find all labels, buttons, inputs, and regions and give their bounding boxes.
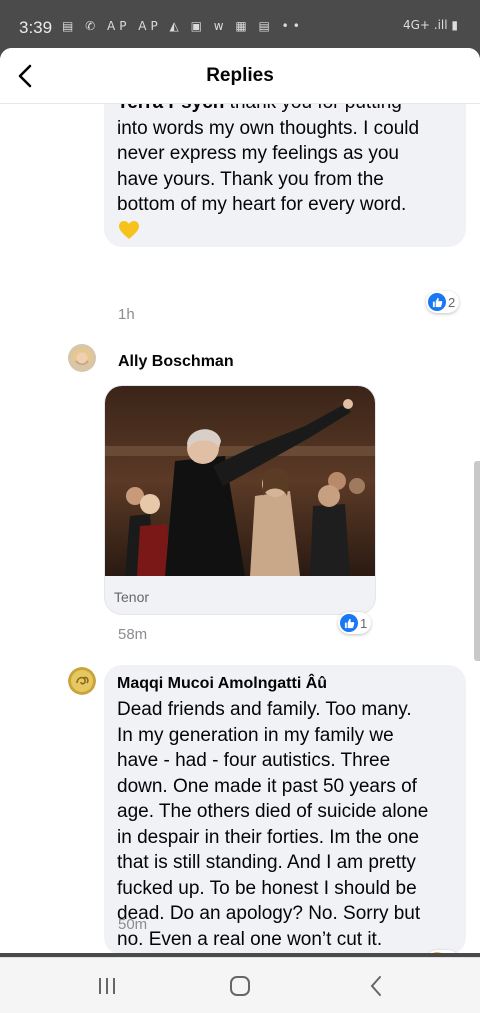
comment-text-line: have yours. Thank you from the xyxy=(117,168,384,190)
comment-text-line: in despair in their forties. Im the one xyxy=(117,826,420,848)
profile-photo xyxy=(68,344,96,372)
gif-attachment[interactable]: Tenor xyxy=(104,385,376,615)
gif-image xyxy=(105,386,375,576)
yellow-heart-icon xyxy=(119,221,139,240)
home-button[interactable] xyxy=(220,972,260,1000)
reaction-summary[interactable]: 1 xyxy=(338,612,372,634)
avatar[interactable] xyxy=(68,344,96,372)
system-navigation-bar xyxy=(0,957,480,1013)
comment-bubble[interactable]: Terra Psych thank you for putting into w… xyxy=(104,84,466,247)
gif-source-label[interactable]: Tenor xyxy=(114,589,149,605)
comment-text-line: that is still standing. And I am pretty xyxy=(117,852,416,873)
recent-apps-button[interactable] xyxy=(87,972,127,1000)
comment-text-line: In my generation in my family we xyxy=(117,724,394,746)
comment-text-line: have - had - four autistics. Three xyxy=(117,750,391,771)
reaction-count: 2 xyxy=(448,294,456,310)
comment-text-line: fucked up. To be honest I should be xyxy=(117,877,417,899)
reaction-count: 1 xyxy=(360,615,368,631)
like-icon xyxy=(428,293,446,311)
comment-text-line: into words my own thoughts. I could xyxy=(117,117,420,139)
page-title: Replies xyxy=(206,65,274,86)
comment-text-line: dead. Do an apology? No. Sorry but xyxy=(117,903,421,924)
replies-sheet: Replies Terra Psych thank you for puttin… xyxy=(0,48,480,953)
sad-face-icon xyxy=(432,952,442,953)
system-status-icons: 4G+ .ill ▮ xyxy=(402,18,458,32)
comment-text-line: bottom of my heart for every word. xyxy=(117,194,407,215)
comment-author[interactable]: Maqqi Mucoi Amolngatti Âû xyxy=(117,675,327,693)
reaction-summary[interactable]: 2 xyxy=(426,291,460,313)
system-back-button[interactable] xyxy=(356,972,396,1000)
comment-text-line: never express my feelings as you xyxy=(117,143,399,164)
scrollbar-thumb[interactable] xyxy=(474,461,480,661)
status-time: 3:39 xyxy=(19,18,53,37)
comment-timestamp[interactable]: 1h xyxy=(118,306,135,323)
profile-photo xyxy=(68,667,96,695)
comment-text-line: down. One made it past 50 years of xyxy=(117,775,417,797)
back-icon xyxy=(370,976,381,996)
home-icon xyxy=(230,976,250,996)
status-bar: 3:39 ▤ ✆ AP AP ◭ ▣ w ▦ ▤ •• 4G+ .ill ▮ xyxy=(0,0,480,50)
recent-apps-icon xyxy=(99,978,115,994)
like-icon xyxy=(340,614,358,632)
replies-list[interactable]: Terra Psych thank you for putting into w… xyxy=(0,84,480,953)
comment-text-line: age. The others died of suicide alone xyxy=(117,801,429,822)
comment-text-line: Dead friends and family. Too many. xyxy=(117,699,412,720)
comment-timestamp[interactable]: 50m xyxy=(118,916,147,933)
avatar[interactable] xyxy=(68,667,96,695)
comment-author[interactable]: Ally Boschman xyxy=(118,353,234,371)
notification-icons: ▤ ✆ AP AP ◭ ▣ w ▦ ▤ •• xyxy=(62,19,304,33)
replies-header: Replies xyxy=(0,48,480,104)
comment-text-line: no. Even a real one won’t cut it. xyxy=(117,928,383,950)
comment-bubble[interactable]: Maqqi Mucoi Amolngatti Âû Dead friends a… xyxy=(104,665,466,953)
comment-timestamp[interactable]: 58m xyxy=(118,626,147,643)
